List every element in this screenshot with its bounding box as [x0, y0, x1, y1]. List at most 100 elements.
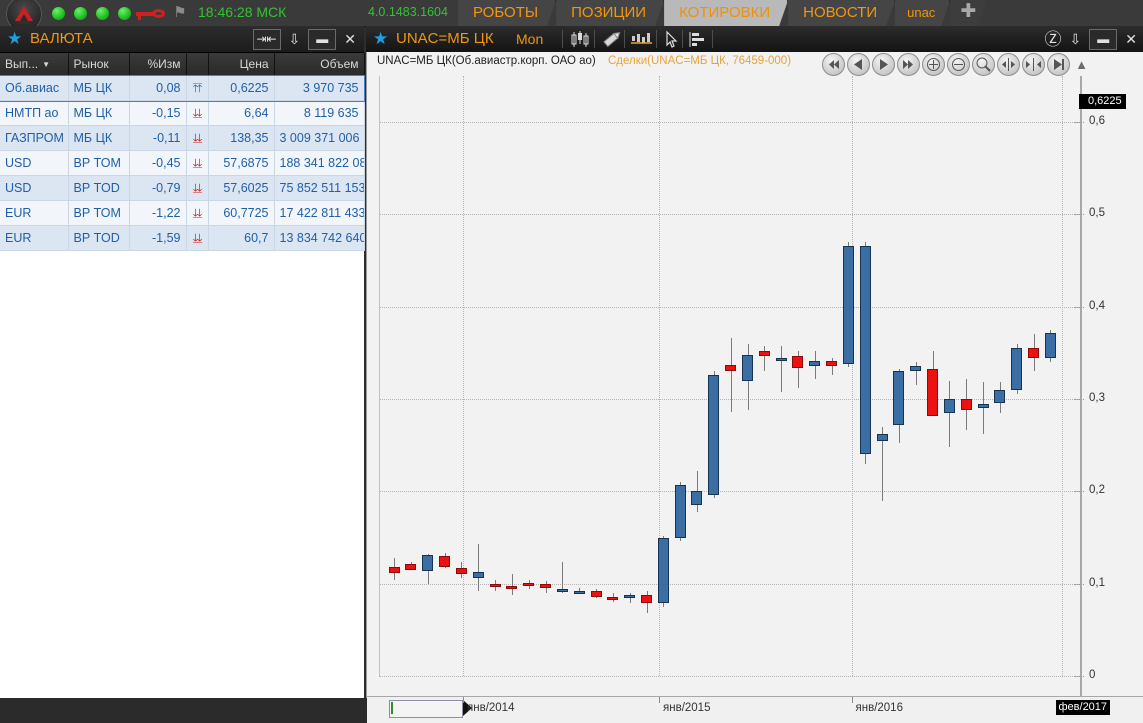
- chart-nav-buttons: ▲: [822, 53, 1088, 76]
- col-price[interactable]: Цена: [208, 53, 275, 76]
- dollar-icon[interactable]: Ⓩ: [1045, 30, 1062, 49]
- status-dot-2[interactable]: [74, 7, 87, 20]
- status-dot-3[interactable]: [96, 7, 109, 20]
- x-tick-label: янв/2015: [663, 702, 711, 714]
- tab-novosti[interactable]: НОВОСТИ: [788, 0, 895, 26]
- col-change[interactable]: %Изм: [129, 53, 187, 76]
- pencil-icon[interactable]: [601, 30, 623, 49]
- collapse-icon[interactable]: ⇥⇤: [252, 29, 281, 50]
- chart-title: UNAC=МБ ЦК: [396, 30, 494, 47]
- go-end-icon[interactable]: [1047, 53, 1071, 76]
- star-icon[interactable]: ★: [373, 30, 388, 47]
- status-dot-1[interactable]: [52, 7, 65, 20]
- candle-wick: [832, 357, 833, 376]
- col-dir[interactable]: [186, 53, 209, 76]
- tab-unac[interactable]: unac: [895, 0, 950, 26]
- tab-kotirovki[interactable]: КОТИРОВКИ: [664, 0, 788, 26]
- candlestick-plot[interactable]: [379, 76, 1079, 677]
- y-tick-label: 0,6: [1089, 115, 1105, 128]
- table-row[interactable]: EUR ВР TOD -1,59 ⤓⤓ 60,7 13 834 742 640: [0, 225, 365, 251]
- minimize-icon[interactable]: ▬: [308, 29, 337, 50]
- col-market[interactable]: Рынок: [68, 53, 130, 76]
- status-dot-4[interactable]: [118, 7, 131, 20]
- gridline-horizontal: [379, 306, 1079, 308]
- candle-body: [725, 364, 737, 372]
- close-icon[interactable]: ✕: [1125, 30, 1139, 49]
- chevron-up-icon[interactable]: ▲: [1075, 54, 1088, 75]
- zoom-in-icon[interactable]: [922, 53, 946, 76]
- step-back-icon[interactable]: [847, 53, 871, 76]
- cell-volume: 3 009 371 006: [274, 125, 365, 151]
- compress-icon[interactable]: [997, 53, 1021, 76]
- zoom-out-icon[interactable]: [947, 53, 971, 76]
- cell-volume: 188 341 822 088: [274, 150, 365, 176]
- cell-volume: 8 119 635: [274, 100, 365, 126]
- clock-label: 18:46:28 МСК: [198, 4, 287, 20]
- cell-market: МБ ЦК: [68, 125, 130, 151]
- y-tick: [1074, 399, 1084, 401]
- chevron-down-icon: ⤓⤓: [192, 156, 203, 170]
- y-tick-label: 0,5: [1089, 207, 1105, 220]
- candle-wick: [949, 380, 950, 448]
- chart-body[interactable]: UNAC=МБ ЦК(Об.авиастр.корп. ОАО ао) Сдел…: [366, 52, 1143, 723]
- candle-body: [456, 568, 468, 575]
- magnifier-icon[interactable]: [972, 53, 996, 76]
- chart-subtitle-trades: Сделки(UNAC=МБ ЦК, 76459-000): [607, 55, 792, 67]
- candle-body: [1028, 348, 1040, 358]
- table-row[interactable]: EUR ВР ТОМ -1,22 ⤓⤓ 60,7725 17 422 811 433: [0, 200, 365, 226]
- y-tick-label: 0: [1089, 669, 1096, 681]
- table-row[interactable]: USD ВР TOD -0,79 ⤓⤓ 57,6025 75 852 511 153: [0, 175, 365, 201]
- indicator-icon[interactable]: [630, 30, 654, 49]
- add-tab-button[interactable]: ✚: [950, 0, 986, 26]
- candle-body: [405, 564, 417, 570]
- candle-wick: [983, 382, 984, 435]
- cell-name: USD: [0, 150, 69, 176]
- chart-scrollbar[interactable]: [389, 700, 463, 718]
- tab-pozicii[interactable]: ПОЗИЦИИ: [556, 0, 664, 26]
- chevron-down-icon: ⤓⤓: [192, 106, 203, 120]
- cell-name: Об.авиас: [0, 75, 69, 101]
- minimize-icon[interactable]: ▬: [1089, 29, 1118, 50]
- fast-forward-icon[interactable]: [897, 53, 921, 76]
- quotes-titlebar: ★ ВАЛЮТА ⇥⇤ ⇩ ▬ ✕: [0, 26, 364, 53]
- cell-change: -0,45: [129, 150, 187, 176]
- step-forward-icon[interactable]: [872, 53, 896, 76]
- tab-roboty[interactable]: РОБОТЫ: [458, 0, 556, 26]
- cursor-icon[interactable]: [663, 30, 681, 49]
- down-arrow-icon[interactable]: ⇩: [289, 30, 301, 49]
- levels-icon[interactable]: [688, 30, 708, 49]
- candle-body: [893, 371, 905, 425]
- candle-body: [540, 583, 552, 589]
- candle-body: [523, 582, 535, 586]
- table-row[interactable]: ГАЗПРОМ МБ ЦК -0,11 ⤓⤓ 138,35 3 009 371 006: [0, 125, 365, 151]
- down-arrow-icon[interactable]: ⇩: [1070, 30, 1082, 49]
- expand-icon[interactable]: [1022, 53, 1046, 76]
- timeframe-label[interactable]: Mon: [516, 31, 543, 47]
- candle-body: [1045, 332, 1057, 358]
- gridline-vertical: [851, 76, 853, 676]
- cell-market: ВР TOD: [68, 175, 130, 201]
- table-row[interactable]: НМТП ао МБ ЦК -0,15 ⤓⤓ 6,64 8 119 635: [0, 100, 365, 126]
- cell-name: EUR: [0, 200, 69, 226]
- table-row[interactable]: USD ВР ТОМ -0,45 ⤓⤓ 57,6875 188 341 822 088: [0, 150, 365, 176]
- star-icon[interactable]: ★: [7, 30, 22, 47]
- candle-body: [877, 434, 889, 441]
- candle-body: [422, 555, 434, 571]
- col-name[interactable]: Вып... ▼: [0, 53, 69, 76]
- candle-body: [490, 583, 502, 587]
- close-icon[interactable]: ✕: [344, 30, 360, 49]
- rewind-icon[interactable]: [822, 53, 846, 76]
- table-row[interactable]: Об.авиас МБ ЦК 0,08 ⤒⤒ 0,6225 3 970 735: [0, 74, 365, 102]
- candle-body: [944, 399, 956, 413]
- y-tick: [1074, 491, 1084, 493]
- bell-icon[interactable]: ⚑: [172, 5, 188, 21]
- cell-name: EUR: [0, 225, 69, 251]
- key-icon[interactable]: [136, 9, 166, 20]
- candles-icon[interactable]: [569, 30, 591, 49]
- gridline-vertical: [463, 76, 464, 676]
- chart-subtitle: UNAC=МБ ЦК(Об.авиастр.корп. ОАО ао) Сдел…: [377, 55, 791, 67]
- cell-price: 6,64: [208, 100, 275, 126]
- chevron-up-icon: ⤒⤒: [192, 81, 203, 95]
- col-volume[interactable]: Объем: [274, 53, 365, 76]
- quotes-grid[interactable]: Вып... ▼ Рынок %Изм Цена Объем Об.авиас МБ…: [0, 53, 365, 698]
